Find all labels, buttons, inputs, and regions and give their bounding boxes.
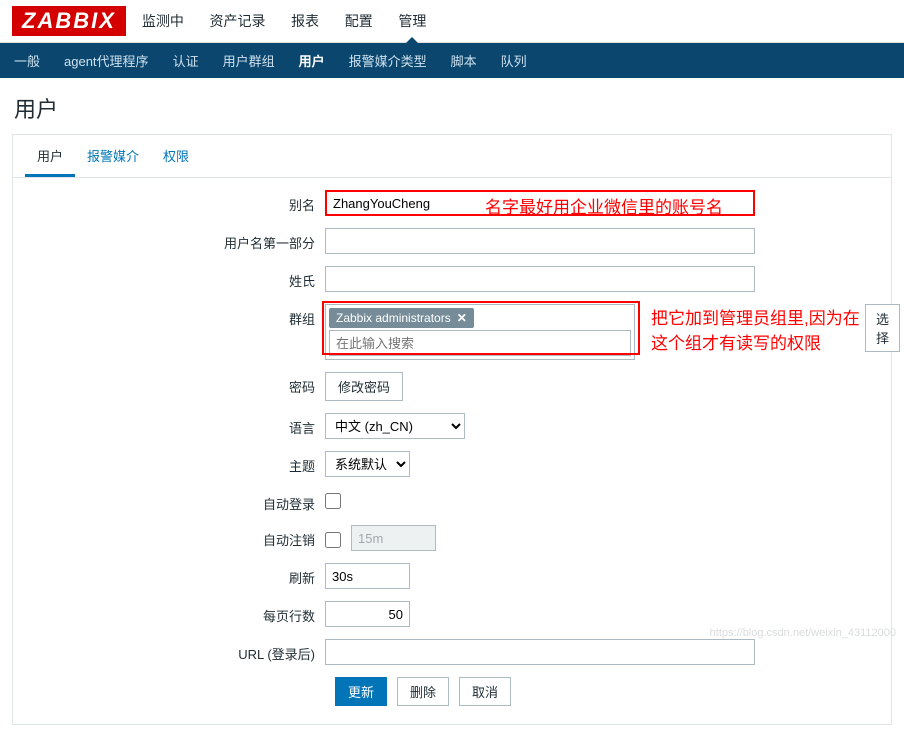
subnav-queue[interactable]: 队列 — [501, 51, 527, 70]
nav-reports[interactable]: 报表 — [291, 13, 319, 29]
name-label: 用户名第一部分 — [25, 228, 325, 252]
watermark: https://blog.csdn.net/weixin_43112000 — [710, 627, 896, 639]
page-title: 用户 — [0, 78, 904, 134]
password-label: 密码 — [25, 372, 325, 396]
brand-logo[interactable]: ZABBIX — [12, 6, 126, 36]
cancel-button[interactable]: 取消 — [459, 677, 511, 706]
autologout-label: 自动注销 — [25, 525, 325, 549]
group-search-input[interactable] — [329, 330, 631, 356]
alias-annotation: 名字最好用企业微信里的账号名 — [485, 193, 723, 218]
nav-admin[interactable]: 管理 — [398, 13, 426, 29]
group-tagbox[interactable]: Zabbix administrators ✕ — [325, 304, 635, 360]
sub-nav: 一般 agent代理程序 认证 用户群组 用户 报警媒介类型 脚本 队列 — [0, 43, 904, 78]
group-tag-label: Zabbix administrators — [336, 311, 451, 325]
group-annotation-1: 把它加到管理员组里,因为在 — [651, 304, 860, 329]
top-nav: 监测中 资产记录 报表 配置 管理 — [142, 11, 449, 31]
surname-label: 姓氏 — [25, 266, 325, 290]
subnav-mediatypes[interactable]: 报警媒介类型 — [349, 51, 427, 70]
autologout-checkbox[interactable] — [325, 532, 341, 548]
subnav-usergroups[interactable]: 用户群组 — [223, 51, 275, 70]
change-password-button[interactable]: 修改密码 — [325, 372, 403, 401]
theme-select[interactable]: 系统默认 — [325, 451, 410, 477]
delete-button[interactable]: 删除 — [397, 677, 449, 706]
nav-monitoring[interactable]: 监测中 — [142, 13, 184, 29]
nav-config[interactable]: 配置 — [345, 13, 373, 29]
autologin-checkbox[interactable] — [325, 493, 341, 509]
nav-inventory[interactable]: 资产记录 — [210, 13, 266, 29]
update-button[interactable]: 更新 — [335, 677, 387, 706]
tab-user[interactable]: 用户 — [25, 135, 75, 177]
group-tag-remove-icon[interactable]: ✕ — [457, 311, 467, 325]
subnav-auth[interactable]: 认证 — [173, 51, 199, 70]
tab-media[interactable]: 报警媒介 — [75, 135, 151, 177]
rows-label: 每页行数 — [25, 601, 325, 625]
name-input[interactable] — [325, 228, 755, 254]
theme-label: 主题 — [25, 451, 325, 475]
lang-select[interactable]: 中文 (zh_CN) — [325, 413, 465, 439]
group-select-button[interactable]: 选择 — [865, 304, 900, 352]
subnav-users[interactable]: 用户 — [299, 51, 325, 70]
group-annotation-2: 这个组才有读写的权限 — [651, 329, 860, 354]
surname-input[interactable] — [325, 266, 755, 292]
group-label: 群组 — [25, 304, 325, 328]
subnav-proxies[interactable]: agent代理程序 — [64, 51, 149, 70]
refresh-input[interactable] — [325, 563, 410, 589]
tab-permissions[interactable]: 权限 — [151, 135, 201, 177]
autologout-input — [351, 525, 436, 551]
alias-label: 别名 — [25, 190, 325, 214]
subnav-general[interactable]: 一般 — [14, 51, 40, 70]
rows-input[interactable] — [325, 601, 410, 627]
form-tabs: 用户 报警媒介 权限 — [13, 135, 891, 178]
subnav-scripts[interactable]: 脚本 — [451, 51, 477, 70]
group-tag: Zabbix administrators ✕ — [329, 308, 474, 328]
lang-label: 语言 — [25, 413, 325, 437]
refresh-label: 刷新 — [25, 563, 325, 587]
autologin-label: 自动登录 — [25, 489, 325, 513]
